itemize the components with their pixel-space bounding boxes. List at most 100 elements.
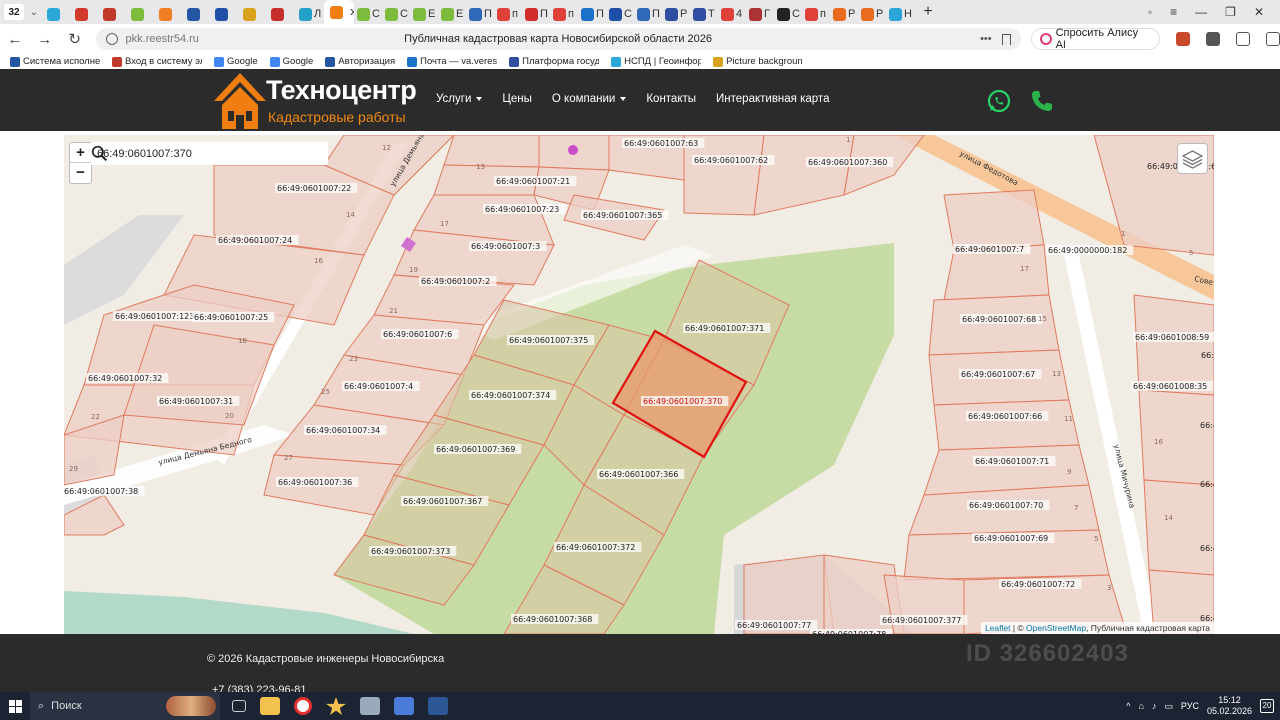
menu-item[interactable]: Цены [502, 93, 532, 105]
new-tab-button[interactable]: + [918, 2, 938, 22]
browser-tab[interactable] [100, 4, 128, 24]
zoom-out-button[interactable]: − [70, 163, 91, 183]
browser-tab[interactable]: п [802, 4, 830, 24]
parcel-label[interactable]: 66:49:0601007:66 [968, 412, 1042, 421]
parcel-label[interactable]: 66:49:0601007:2 [421, 277, 490, 286]
file-explorer-icon[interactable] [260, 697, 280, 715]
osm-link[interactable]: OpenStreetMap [1026, 623, 1086, 633]
browser-tab[interactable]: С [774, 4, 802, 24]
downloads-icon[interactable] [1236, 32, 1251, 46]
browser-tab[interactable]: Р [662, 4, 690, 24]
zoom-in-button[interactable]: + [70, 143, 91, 163]
browser-tab[interactable] [212, 4, 240, 24]
parcel-label[interactable]: 66:49:0601007:72 [1001, 580, 1075, 589]
back-button[interactable]: ← [0, 31, 30, 48]
bookmark-item[interactable]: НСПД | Геоинфор [611, 56, 701, 67]
restore-button[interactable]: ❐ [1225, 5, 1236, 19]
notification-button[interactable]: 20 [1260, 699, 1274, 713]
parcel-label[interactable]: 66:49:0601007:63 [624, 139, 698, 148]
layers-control[interactable] [1177, 143, 1208, 174]
yandex-browser-icon[interactable] [294, 697, 312, 715]
active-browser-tab[interactable]: ✕ [324, 0, 354, 24]
parcel-label[interactable]: 66:49:0601007:4 [344, 382, 413, 391]
bookmark-icon[interactable] [1001, 33, 1011, 45]
task-view-icon[interactable] [232, 700, 246, 712]
pinned-app-icon[interactable] [326, 697, 346, 715]
parcel-label[interactable]: 66:49:060100 [1200, 421, 1214, 430]
search-icon[interactable] [91, 145, 108, 162]
bookmark-item[interactable]: Авторизация [325, 56, 395, 67]
parcel-label[interactable]: 66:49:0601007:372 [556, 543, 635, 552]
whatsapp-icon[interactable] [987, 89, 1011, 113]
pinned-app-icon[interactable] [360, 697, 380, 715]
parcel-label[interactable]: 66:49:0601007:62 [694, 156, 768, 165]
parcel-label[interactable]: 66:49:0601007:377 [882, 616, 961, 625]
parcel-label[interactable]: 66:49:0601007:36 [278, 478, 352, 487]
url-field[interactable]: pkk.reestr54.ru Публичная кадастровая ка… [95, 28, 1021, 50]
parcel-label[interactable]: 66:49:0601007:24 [218, 236, 292, 245]
menu-icon[interactable]: ≡ [1170, 5, 1177, 19]
forward-button[interactable]: → [30, 31, 60, 48]
parcel-label[interactable]: 66:49:0601007:67 [961, 370, 1035, 379]
cadastral-map[interactable]: 66:49:0601007:63 66:49:0601007:62 66:49:06… [64, 135, 1214, 634]
menu-item[interactable]: Контакты [646, 93, 696, 105]
bookmark-item[interactable]: Вход в систему эл [112, 56, 202, 67]
browser-tab[interactable] [268, 4, 296, 24]
browser-tab[interactable]: Л [296, 4, 324, 24]
poi-marker[interactable] [568, 145, 578, 155]
browser-tab[interactable] [128, 4, 156, 24]
word-icon[interactable] [428, 697, 448, 715]
parcel-label[interactable]: 66:49:0601007:371 [685, 324, 764, 333]
tab-count-badge[interactable]: 32 [4, 4, 24, 20]
parcel-label[interactable]: 66:49:0601007:32 [88, 374, 162, 383]
parcel-label[interactable]: 66:49:0601007:34 [306, 426, 380, 435]
tray-chevron-icon[interactable]: ^ [1126, 701, 1130, 711]
site-info-icon[interactable] [105, 33, 118, 45]
parcel-label[interactable]: 66:49:0601008:59 [1135, 333, 1209, 342]
browser-tab[interactable]: Р [830, 4, 858, 24]
browser-tab[interactable]: П [578, 4, 606, 24]
browser-tab[interactable]: Е [438, 4, 466, 24]
bookmark-item[interactable]: Почта — va.verest [407, 56, 497, 67]
browser-tab[interactable]: Е [410, 4, 438, 24]
parcel-label[interactable]: 66:49:0601007:38 [64, 487, 138, 496]
bookmark-item[interactable]: Система исполне [10, 56, 100, 67]
ask-alice-button[interactable]: Спросить Алису AI [1030, 27, 1161, 51]
share-icon[interactable] [1266, 32, 1280, 46]
network-icon[interactable]: ⌂ [1138, 701, 1143, 711]
parcel-label[interactable]: 66:49:0601007:25 [194, 313, 268, 322]
parcel-label[interactable]: 66:49:0601007:31 [159, 397, 233, 406]
browser-tab[interactable]: П [522, 4, 550, 24]
browser-tab[interactable]: Р [858, 4, 886, 24]
browser-tab[interactable] [240, 4, 268, 24]
parcel-label[interactable]: 66:49:0601007:365 [583, 211, 662, 220]
parcel-label[interactable]: 66:49:0601007:70 [969, 501, 1043, 510]
parcel-label[interactable]: 66:49:0601007:69 [974, 534, 1048, 543]
parcel-label[interactable]: 66:49:0601007:77 [737, 621, 811, 630]
taskbar-search-input[interactable]: ⌕ Поиск [30, 692, 220, 720]
browser-tab[interactable]: С [606, 4, 634, 24]
clock[interactable]: 15:12 05.02.2026 [1207, 695, 1252, 717]
browser-tab[interactable] [156, 4, 184, 24]
browser-tab[interactable]: п [494, 4, 522, 24]
parcel-label[interactable]: 66:49:0601007:23 [485, 205, 559, 214]
parcel-label[interactable]: 66:49:0601007:367 [403, 497, 482, 506]
parcel-label[interactable]: 66:49:0601007:7 [955, 245, 1024, 254]
browser-tab[interactable]: п [550, 4, 578, 24]
parcel-label[interactable]: 66:49:0601007:374 [471, 391, 550, 400]
parcel-label[interactable]: 66:49:0601007:368 [513, 615, 592, 624]
parcel-label[interactable]: 66:49:0000000:182 [1048, 246, 1127, 255]
parcel-label[interactable]: 66:49:0601007:68 [962, 315, 1036, 324]
bookmark-item[interactable]: Google [214, 56, 258, 67]
browser-tab[interactable] [184, 4, 212, 24]
browser-tab[interactable]: П [634, 4, 662, 24]
volume-icon[interactable]: ♪ [1152, 701, 1157, 711]
menu-item[interactable]: Интерактивная карта [716, 93, 829, 105]
menu-item[interactable]: О компании [552, 93, 627, 105]
browser-tab[interactable]: П [466, 4, 494, 24]
language-indicator[interactable]: РУС [1181, 701, 1199, 711]
parcel-label[interactable]: 66:49:0601007:123 [115, 312, 194, 321]
parcel-label[interactable]: 66:49:0601007:6 [383, 330, 452, 339]
bookmark-item[interactable]: Google [269, 56, 313, 67]
parcel-label[interactable]: 66:49:0601008:35 [1133, 382, 1207, 391]
